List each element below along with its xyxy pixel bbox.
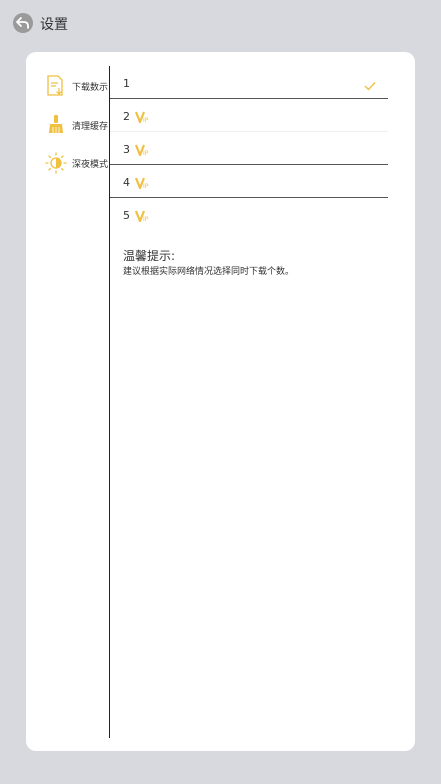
broom-icon [44, 113, 68, 137]
vip-icon: IP [134, 174, 149, 193]
tip-title: 温馨提示: [123, 249, 176, 263]
vip-icon: IP [134, 108, 149, 127]
option-5[interactable]: 5 IP [110, 198, 388, 231]
vip-icon: IP [134, 141, 149, 160]
option-label: 2 [123, 110, 130, 123]
back-button[interactable] [13, 13, 33, 33]
option-label: 4 [123, 176, 130, 189]
sidebar-item-label: 深夜模式 [72, 160, 109, 170]
option-label: 5 [123, 209, 130, 222]
vip-icon: IP [134, 207, 149, 226]
option-1[interactable]: 1 [110, 66, 388, 99]
svg-text:IP: IP [143, 150, 149, 156]
option-4[interactable]: 4 IP [110, 165, 388, 198]
back-arrow-icon [16, 17, 29, 29]
option-label: 1 [123, 77, 130, 90]
sidebar: 下载数示 清理缓存 深夜模式 [26, 52, 110, 751]
page-title: 设置 [40, 17, 68, 33]
option-2[interactable]: 2 IP [110, 99, 388, 132]
option-label: 3 [123, 143, 130, 156]
svg-text:IP: IP [143, 117, 149, 123]
svg-text:IP: IP [143, 183, 149, 189]
sidebar-item-night-mode[interactable]: 深夜模式 [44, 151, 110, 175]
download-doc-icon [44, 74, 68, 98]
settings-card: 下载数示 清理缓存 深夜模式 1 2 IP 3 IP 4 IP 5 IP 温馨提… [26, 52, 415, 751]
top-bar: 设置 [0, 0, 441, 46]
sidebar-item-download-count[interactable]: 下载数示 [44, 74, 110, 98]
sidebar-item-label: 下载数示 [72, 83, 109, 93]
sun-moon-icon [44, 151, 68, 175]
download-count-options: 1 2 IP 3 IP 4 IP 5 IP [110, 66, 388, 231]
tip-text: 建议根据实际网络情况选择同时下载个数。 [123, 267, 295, 277]
sidebar-item-clear-cache[interactable]: 清理缓存 [44, 113, 110, 137]
option-3[interactable]: 3 IP [110, 132, 388, 165]
check-icon [364, 76, 376, 95]
sidebar-item-label: 清理缓存 [72, 122, 109, 132]
svg-text:IP: IP [143, 216, 149, 222]
